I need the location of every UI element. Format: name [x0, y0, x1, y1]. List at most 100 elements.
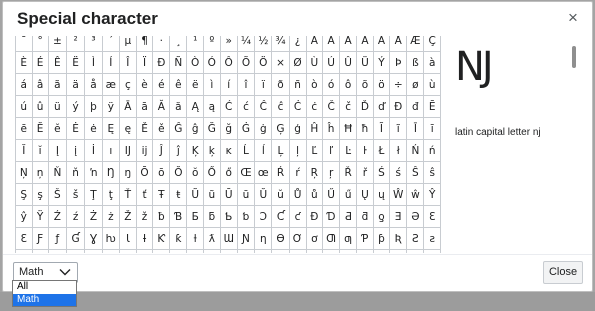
character-cell[interactable]: ĩ	[389, 117, 408, 140]
character-cell[interactable]: ÷	[389, 73, 408, 96]
character-cell[interactable]: Ä	[372, 36, 391, 52]
character-cell[interactable]: ă	[169, 95, 188, 118]
character-cell[interactable]: ê	[169, 73, 188, 96]
character-cell[interactable]: ÿ	[101, 95, 120, 118]
character-cell[interactable]: á	[15, 73, 33, 96]
character-cell[interactable]: Ƹ	[271, 249, 290, 253]
close-icon[interactable]: ×	[564, 9, 582, 27]
character-cell[interactable]: š	[66, 183, 86, 206]
character-cell[interactable]: Û	[339, 51, 358, 74]
character-cell[interactable]: Ʋ	[169, 249, 188, 253]
character-cell[interactable]: ¾	[271, 36, 290, 52]
character-cell[interactable]: ü	[47, 95, 68, 118]
character-cell[interactable]: Ƃ	[186, 205, 204, 228]
character-cell[interactable]: Ƽ	[339, 249, 358, 253]
character-cell[interactable]: ƣ	[339, 227, 358, 250]
character-cell[interactable]: ƃ	[203, 205, 221, 228]
character-cell[interactable]: Æ	[406, 36, 425, 52]
character-cell[interactable]: Ï	[135, 51, 154, 74]
character-cell[interactable]: ł	[389, 139, 408, 162]
character-cell[interactable]: ũ	[203, 183, 221, 206]
character-cell[interactable]: ½	[254, 36, 273, 52]
character-cell[interactable]: ¸	[169, 36, 188, 52]
character-cell[interactable]: ŷ	[15, 205, 33, 228]
character-cell[interactable]: ƺ	[305, 249, 324, 253]
character-cell[interactable]: Á	[322, 36, 341, 52]
character-cell[interactable]: Ɯ	[219, 227, 238, 250]
character-cell[interactable]: ę	[118, 117, 137, 140]
character-cell[interactable]: Ť	[118, 183, 137, 206]
character-cell[interactable]: ģ	[288, 117, 307, 140]
character-cell[interactable]: Ĭ	[15, 139, 33, 162]
character-cell[interactable]: Ŗ	[305, 161, 324, 184]
character-cell[interactable]: Ơ	[288, 227, 307, 250]
character-cell[interactable]: þ	[84, 95, 103, 118]
character-cell[interactable]: ú	[15, 95, 33, 118]
character-cell[interactable]: å	[84, 73, 103, 96]
character-cell[interactable]: Ş	[15, 183, 33, 206]
character-cell[interactable]: Ų	[356, 183, 374, 206]
character-cell[interactable]: Ĥ	[305, 117, 324, 140]
character-cell[interactable]: Ĝ	[169, 117, 188, 140]
character-cell[interactable]: Ł	[372, 139, 391, 162]
character-cell[interactable]: ã	[47, 73, 68, 96]
character-cell[interactable]: Ņ	[15, 161, 33, 184]
character-cell[interactable]: Ƥ	[356, 227, 374, 250]
character-cell[interactable]: ù	[423, 73, 441, 96]
character-cell[interactable]: Ƣ	[322, 227, 341, 250]
character-cell[interactable]: Ā	[118, 95, 137, 118]
character-cell[interactable]: ×	[271, 51, 290, 74]
character-cell[interactable]: Ɖ	[305, 205, 324, 228]
character-cell[interactable]: ŏ	[186, 161, 204, 184]
character-cell[interactable]: Ž	[118, 205, 137, 228]
character-cell[interactable]: É	[31, 51, 49, 74]
character-cell[interactable]: Ɨ	[135, 227, 154, 250]
character-cell[interactable]: ƈ	[288, 205, 307, 228]
character-cell[interactable]: Đ	[389, 95, 408, 118]
character-cell[interactable]: ä	[66, 73, 86, 96]
character-cell[interactable]: Ĉ	[254, 95, 273, 118]
character-cell[interactable]: Ě	[135, 117, 154, 140]
character-cell[interactable]: Ë	[66, 51, 86, 74]
character-cell[interactable]: Ġ	[236, 117, 256, 140]
character-cell[interactable]: Ň	[47, 161, 68, 184]
character-cell[interactable]: ċ	[305, 95, 324, 118]
character-cell[interactable]: ƨ	[423, 227, 441, 250]
character-cell[interactable]: ß	[406, 51, 425, 74]
character-cell[interactable]: ƚ	[186, 227, 204, 250]
character-cell[interactable]: ƿ	[389, 249, 408, 253]
character-cell[interactable]: ţ	[101, 183, 120, 206]
character-cell[interactable]: Ù	[305, 51, 324, 74]
character-cell[interactable]: Ƴ	[186, 249, 204, 253]
character-cell[interactable]: Ɲ	[236, 227, 256, 250]
character-cell[interactable]: Ė	[66, 117, 86, 140]
character-cell[interactable]: ė	[84, 117, 103, 140]
character-cell[interactable]: ğ	[219, 117, 238, 140]
character-cell[interactable]: À	[305, 36, 324, 52]
character-cell[interactable]: °	[31, 36, 49, 52]
character-cell[interactable]: Ŝ	[406, 161, 425, 184]
character-cell[interactable]: ƽ	[356, 249, 374, 253]
character-cell[interactable]: ĸ	[219, 139, 238, 162]
character-cell[interactable]: Ũ	[186, 183, 204, 206]
character-cell[interactable]: ƞ	[254, 227, 273, 250]
character-cell[interactable]: Ɣ	[84, 227, 103, 250]
character-cell[interactable]: Ɓ	[169, 205, 188, 228]
character-cell[interactable]: ¯	[15, 36, 33, 52]
character-cell[interactable]: ā	[135, 95, 154, 118]
character-cell[interactable]: ƒ	[47, 227, 68, 250]
character-cell[interactable]: Ö	[254, 51, 273, 74]
character-cell[interactable]: Å	[389, 36, 408, 52]
character-cell[interactable]: ř	[356, 161, 374, 184]
character-cell[interactable]: Ƙ	[152, 227, 171, 250]
character-cell[interactable]: à	[423, 51, 441, 74]
character-cell[interactable]: Ę	[101, 117, 120, 140]
character-cell[interactable]: ð	[271, 73, 290, 96]
character-cell[interactable]: º	[203, 36, 221, 52]
category-option-all[interactable]: All	[13, 281, 76, 294]
character-cell[interactable]: Ą	[186, 95, 204, 118]
character-cell[interactable]: Ĕ	[31, 117, 49, 140]
character-cell[interactable]: Ʒ	[254, 249, 273, 253]
character-cell[interactable]: ¼	[236, 36, 256, 52]
character-cell[interactable]: Ə	[406, 205, 425, 228]
